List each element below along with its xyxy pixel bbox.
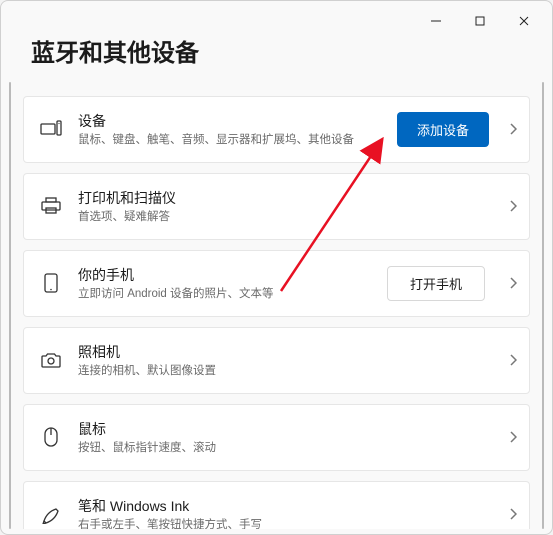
item-subtitle: 按钮、鼠标指针速度、滚动	[78, 441, 489, 456]
scroll-indicator-left	[9, 82, 11, 529]
mouse-icon	[38, 427, 64, 447]
chevron-right-icon	[509, 431, 517, 443]
settings-item-phone[interactable]: 你的手机 立即访问 Android 设备的照片、文本等 打开手机	[23, 250, 530, 317]
item-subtitle: 连接的相机、默认图像设置	[78, 364, 489, 379]
settings-item-printers[interactable]: 打印机和扫描仪 首选项、疑难解答	[23, 173, 530, 240]
settings-item-mouse[interactable]: 鼠标 按钮、鼠标指针速度、滚动	[23, 404, 530, 471]
minimize-button[interactable]	[414, 6, 458, 36]
settings-item-devices[interactable]: 设备 鼠标、键盘、触笔、音频、显示器和扩展坞、其他设备 添加设备	[23, 96, 530, 163]
item-title: 打印机和扫描仪	[78, 188, 489, 208]
item-title: 笔和 Windows Ink	[78, 496, 489, 516]
printer-icon	[38, 197, 64, 215]
item-title: 照相机	[78, 342, 489, 362]
item-title: 设备	[78, 111, 383, 131]
chevron-right-icon	[509, 200, 517, 212]
chevron-right-icon	[509, 277, 517, 289]
settings-item-camera[interactable]: 照相机 连接的相机、默认图像设置	[23, 327, 530, 394]
pen-icon	[38, 504, 64, 524]
maximize-button[interactable]	[458, 6, 502, 36]
item-subtitle: 鼠标、键盘、触笔、音频、显示器和扩展坞、其他设备	[78, 133, 383, 148]
settings-window: 蓝牙和其他设备 设备 鼠标、键盘、触笔、音频、显示器和扩展坞、其他设备 添加设备	[0, 0, 553, 535]
chevron-right-icon	[509, 508, 517, 520]
item-title: 鼠标	[78, 419, 489, 439]
devices-icon	[38, 120, 64, 138]
item-subtitle: 右手或左手、笔按钮快捷方式、手写	[78, 518, 489, 529]
open-phone-button[interactable]: 打开手机	[387, 266, 485, 301]
item-title: 你的手机	[78, 265, 373, 285]
chevron-right-icon	[509, 354, 517, 366]
item-subtitle: 首选项、疑难解答	[78, 210, 489, 225]
settings-item-pen[interactable]: 笔和 Windows Ink 右手或左手、笔按钮快捷方式、手写	[23, 481, 530, 529]
item-subtitle: 立即访问 Android 设备的照片、文本等	[78, 287, 373, 302]
content-area: 设备 鼠标、键盘、触笔、音频、显示器和扩展坞、其他设备 添加设备 打印机和扫描仪…	[1, 82, 552, 529]
page-title: 蓝牙和其他设备	[1, 33, 552, 82]
scroll-indicator-right	[542, 82, 544, 529]
phone-icon	[38, 273, 64, 293]
camera-icon	[38, 352, 64, 368]
close-button[interactable]	[502, 6, 546, 36]
chevron-right-icon	[509, 123, 517, 135]
add-device-button[interactable]: 添加设备	[397, 112, 489, 147]
